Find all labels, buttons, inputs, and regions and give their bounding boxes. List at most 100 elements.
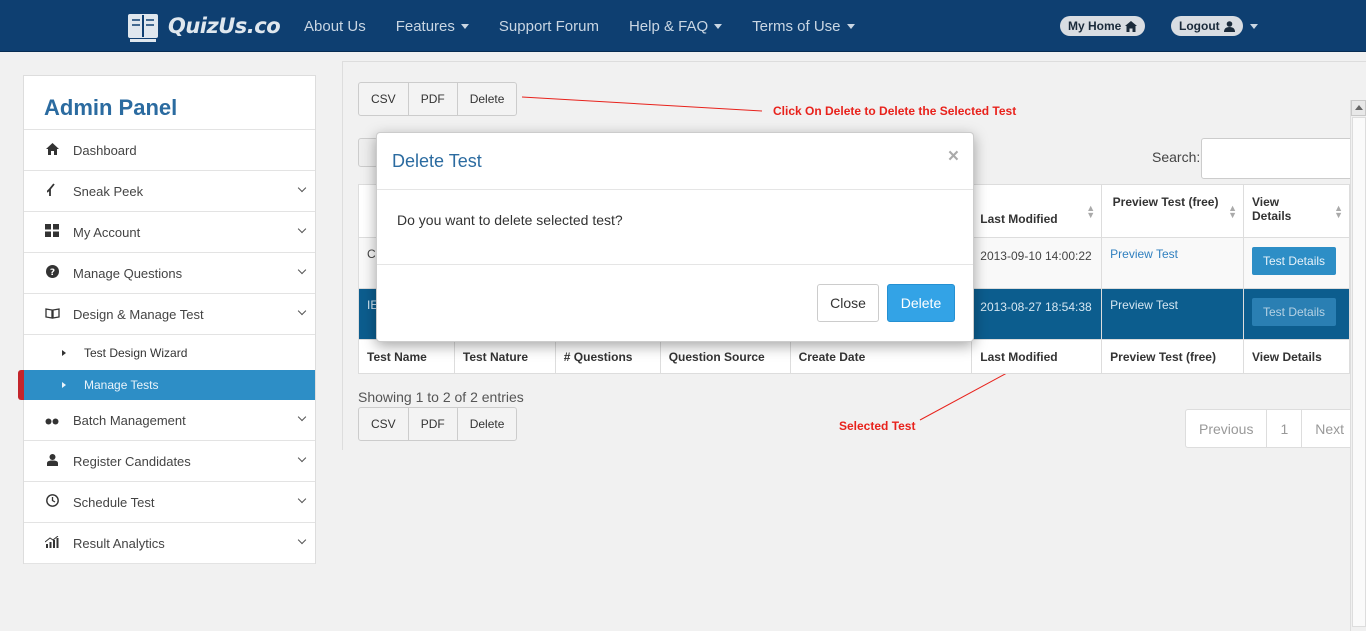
cell-last-modified: 2013-09-10 14:00:22 xyxy=(971,237,1103,289)
test-details-button[interactable]: Test Details xyxy=(1252,247,1337,275)
nav-support-forum[interactable]: Support Forum xyxy=(499,18,599,35)
sidebar-item-my-account[interactable]: My Account xyxy=(24,212,315,253)
sidebar-subitem-label: Test Design Wizard xyxy=(84,345,188,360)
sidebar-title: Admin Panel xyxy=(24,76,315,130)
pagination-previous[interactable]: Previous xyxy=(1186,410,1268,447)
th-preview-test[interactable]: Preview Test (free) ▲ ▼ xyxy=(1101,184,1244,238)
modal-title: Delete Test xyxy=(392,151,482,171)
tf-question-source: Question Source xyxy=(659,339,791,374)
sidebar-item-manage-questions[interactable]: ? Manage Questions xyxy=(24,253,315,294)
cell-preview: Preview Test xyxy=(1101,237,1244,289)
main-nav: About Us Features Support Forum Help & F… xyxy=(304,0,885,52)
sidebar-item-batch-management[interactable]: Batch Management xyxy=(24,400,315,441)
csv-button[interactable]: CSV xyxy=(359,408,409,440)
sidebar-item-label: Dashboard xyxy=(73,142,137,158)
caret-down-icon xyxy=(714,23,723,29)
caret-down-icon xyxy=(460,23,469,29)
sneak-peek-icon xyxy=(44,183,60,199)
sidebar-item-sneak-peek[interactable]: Sneak Peek xyxy=(24,171,315,212)
modal-header: Delete Test × xyxy=(377,133,973,190)
sidebar-item-dashboard[interactable]: Dashboard xyxy=(24,130,315,171)
active-marker xyxy=(18,370,24,400)
book-icon xyxy=(44,307,60,322)
chevron-down-icon xyxy=(297,265,307,275)
tf-test-name: Test Name xyxy=(358,339,455,374)
delete-button[interactable]: Delete xyxy=(458,83,517,115)
chevron-down-icon xyxy=(297,453,307,463)
sidebar-subitem-manage-tests[interactable]: Manage Tests xyxy=(18,370,315,400)
export-toolbar-bottom: CSV PDF Delete xyxy=(358,407,518,441)
pagination-page-1[interactable]: 1 xyxy=(1267,410,1303,447)
chevron-down-icon xyxy=(297,183,307,193)
tf-last-modified: Last Modified xyxy=(971,339,1103,374)
nav-terms-of-use[interactable]: Terms of Use xyxy=(752,17,855,35)
pdf-button[interactable]: PDF xyxy=(409,408,458,440)
th-view-details[interactable]: View Details ▲ ▼ xyxy=(1243,184,1350,238)
chevron-down-icon xyxy=(297,535,307,545)
logout-button[interactable]: Logout xyxy=(1171,16,1243,36)
admin-sidebar: Admin Panel Dashboard Sneak Peek My Acco… xyxy=(18,75,316,564)
th-last-modified-label: Last Modified xyxy=(980,212,1058,226)
my-home-button[interactable]: My Home xyxy=(1060,16,1146,36)
pagination-next[interactable]: Next xyxy=(1302,410,1357,447)
triangle-right-icon xyxy=(62,349,66,356)
th-preview-label: Preview Test (free) xyxy=(1112,195,1219,209)
chart-icon xyxy=(44,535,60,551)
nav-help-faq[interactable]: Help & FAQ xyxy=(629,18,723,35)
home-icon xyxy=(1125,20,1138,32)
vertical-scrollbar[interactable] xyxy=(1350,100,1366,631)
th-view-details-label: View Details xyxy=(1252,195,1292,223)
delete-hint-annotation: Click On Delete to Delete the Selected T… xyxy=(773,104,1017,118)
chevron-down-icon xyxy=(297,224,307,234)
delete-button[interactable]: Delete xyxy=(458,408,517,440)
user-icon xyxy=(44,453,60,469)
chevron-down-icon xyxy=(297,412,307,422)
scroll-thumb[interactable] xyxy=(1352,117,1366,627)
nav-terms-label: Terms of Use xyxy=(752,17,841,35)
preview-test-link[interactable]: Preview Test xyxy=(1110,247,1178,261)
pdf-button[interactable]: PDF xyxy=(409,83,458,115)
selected-test-annotation: Selected Test xyxy=(839,419,916,433)
sidebar-subitem-test-design-wizard[interactable]: Test Design Wizard xyxy=(24,335,315,370)
triangle-right-icon xyxy=(62,382,66,388)
sidebar-item-register-candidates[interactable]: Register Candidates xyxy=(24,441,315,482)
brand-logo[interactable]: QuizUs.co xyxy=(126,9,281,43)
logout-dropdown-caret-icon[interactable] xyxy=(1250,24,1258,29)
svg-text:?: ? xyxy=(49,268,54,278)
tf-view-details: View Details xyxy=(1243,339,1350,374)
cell-preview: Preview Test xyxy=(1101,288,1244,340)
nav-features[interactable]: Features xyxy=(396,18,469,35)
sidebar-item-design-manage-test[interactable]: Design & Manage Test xyxy=(24,294,315,335)
tf-preview: Preview Test (free) xyxy=(1101,339,1244,374)
test-details-button[interactable]: Test Details xyxy=(1252,298,1337,326)
sort-icon: ▲ ▼ xyxy=(1334,203,1343,220)
search-input[interactable] xyxy=(1201,138,1366,179)
sidebar-item-label: Manage Questions xyxy=(73,265,183,281)
caret-down-icon xyxy=(846,23,855,29)
sidebar-item-schedule-test[interactable]: Schedule Test xyxy=(24,482,315,523)
tf-questions: # Questions xyxy=(554,339,661,374)
sidebar-item-label: Design & Manage Test xyxy=(73,306,204,322)
batch-icon xyxy=(44,413,60,428)
preview-test-link[interactable]: Preview Test xyxy=(1110,298,1178,312)
sidebar-item-result-analytics[interactable]: Result Analytics xyxy=(24,523,315,564)
th-last-modified[interactable]: Last Modified ▲ ▼ xyxy=(971,184,1103,238)
modal-close-button[interactable]: Close xyxy=(817,284,879,322)
modal-delete-button[interactable]: Delete xyxy=(887,284,955,322)
scroll-up-arrow-icon[interactable] xyxy=(1351,100,1366,116)
delete-test-modal: Delete Test × Do you want to delete sele… xyxy=(376,132,974,342)
top-navbar: QuizUs.co About Us Features Support Foru… xyxy=(0,0,1366,52)
tf-create-date: Create Date xyxy=(789,339,973,374)
sidebar-item-label: My Account xyxy=(73,224,141,240)
modal-close-x-icon[interactable]: × xyxy=(948,146,959,168)
table-info: Showing 1 to 2 of 2 entries xyxy=(358,389,524,405)
home-icon xyxy=(44,142,60,158)
nav-about-us[interactable]: About Us xyxy=(304,18,366,35)
csv-button[interactable]: CSV xyxy=(359,83,409,115)
user-icon xyxy=(1223,20,1235,32)
book-logo-icon xyxy=(128,14,158,42)
show-entries-select[interactable] xyxy=(358,138,378,167)
chevron-down-icon xyxy=(297,306,307,316)
grid-icon xyxy=(44,224,60,240)
nav-about-us-label: About Us xyxy=(304,17,366,35)
